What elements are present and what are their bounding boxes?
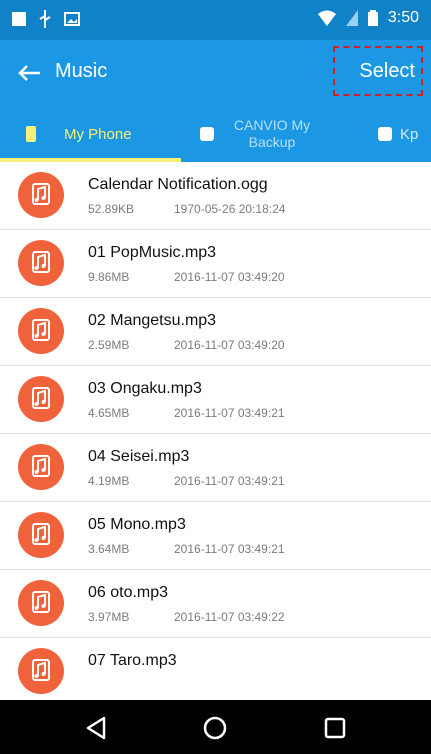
- file-name: Calendar Notification.ogg: [88, 176, 268, 193]
- page-title: Music: [55, 60, 108, 82]
- file-name: 07 Taro.mp3: [88, 652, 177, 669]
- battery-icon: [367, 10, 378, 26]
- file-size: 3.97MB: [88, 610, 130, 624]
- music-note-icon: [18, 240, 64, 286]
- file-date: 2016-11-07 03:49:20: [174, 338, 285, 352]
- tab-third[interactable]: Kp: [378, 106, 418, 162]
- file-size: 9.86MB: [88, 270, 130, 284]
- image-icon: [64, 12, 80, 26]
- music-note-icon: [18, 580, 64, 626]
- file-name: 04 Seisei.mp3: [88, 448, 190, 465]
- music-note-icon: [18, 444, 64, 490]
- tab-my-phone-label: My Phone: [64, 125, 132, 143]
- music-note-icon: [18, 172, 64, 218]
- file-date: 2016-11-07 03:49:20: [174, 270, 285, 284]
- notification-icon: [12, 12, 26, 26]
- home-circle-icon[interactable]: [201, 714, 229, 742]
- list-item[interactable]: 06 oto.mp3 3.97MB 2016-11-07 03:49:22: [0, 570, 431, 638]
- file-name: 05 Mono.mp3: [88, 516, 186, 533]
- file-date: 1970-05-26 20:18:24: [174, 202, 286, 216]
- status-right: 3:50: [317, 9, 419, 27]
- music-note-icon: [18, 648, 64, 694]
- file-name: 03 Ongaku.mp3: [88, 380, 202, 397]
- recents-square-icon[interactable]: [321, 714, 349, 742]
- arrow-left-icon[interactable]: [14, 58, 44, 88]
- music-note-icon: [18, 376, 64, 422]
- select-button[interactable]: Select: [359, 60, 415, 83]
- file-size: 4.65MB: [88, 406, 130, 420]
- file-size: 4.19MB: [88, 474, 130, 488]
- file-size: 52.89KB: [88, 202, 135, 216]
- file-name: 06 oto.mp3: [88, 584, 169, 601]
- list-item[interactable]: 02 Mangetsu.mp3 2.59MB 2016-11-07 03:49:2…: [0, 298, 431, 366]
- file-list: Calendar Notification.ogg 52.89KB 1970-05…: [0, 162, 431, 700]
- drive-icon: [378, 127, 392, 141]
- file-name: 01 PopMusic.mp3: [88, 244, 217, 261]
- list-item[interactable]: Calendar Notification.ogg 52.89KB 1970-05…: [0, 162, 431, 230]
- list-item[interactable]: 04 Seisei.mp3 4.19MB 2016-11-07 03:49:21: [0, 434, 431, 502]
- file-size: 3.64MB: [88, 542, 130, 556]
- back-triangle-icon[interactable]: [82, 714, 110, 742]
- tab-third-label: Kp: [400, 125, 419, 143]
- music-note-icon: [18, 308, 64, 354]
- tab-my-phone[interactable]: My Phone: [26, 106, 132, 162]
- file-date: 2016-11-07 03:49:22: [174, 610, 285, 624]
- tab-canvio-backup[interactable]: CANVIO My Backup: [200, 106, 322, 162]
- phone-icon: [26, 126, 36, 142]
- list-item[interactable]: 01 PopMusic.mp3 9.86MB 2016-11-07 03:49:2…: [0, 230, 431, 298]
- file-name: 02 Mangetsu.mp3: [88, 312, 217, 329]
- music-note-icon: [18, 512, 64, 558]
- status-bar: 3:50: [0, 0, 431, 40]
- app-bar: Music Select: [0, 40, 431, 106]
- system-nav-bar: [0, 700, 431, 754]
- wifi-icon: [317, 10, 336, 26]
- drive-icon: [200, 127, 214, 141]
- status-left-icons: [12, 10, 80, 28]
- signal-icon: [345, 10, 358, 26]
- status-time: 3:50: [387, 9, 419, 26]
- source-tabs: My Phone CANVIO My Backup Kp: [0, 106, 431, 162]
- usb-icon: [39, 10, 51, 28]
- list-item[interactable]: 03 Ongaku.mp3 4.65MB 2016-11-07 03:49:21: [0, 366, 431, 434]
- list-item[interactable]: 07 Taro.mp3: [0, 638, 431, 700]
- list-item[interactable]: 05 Mono.mp3 3.64MB 2016-11-07 03:49:21: [0, 502, 431, 570]
- file-date: 2016-11-07 03:49:21: [174, 406, 285, 420]
- file-date: 2016-11-07 03:49:21: [174, 474, 285, 488]
- file-size: 2.59MB: [88, 338, 130, 352]
- file-date: 2016-11-07 03:49:21: [174, 542, 285, 556]
- tab-canvio-label: CANVIO My Backup: [233, 117, 311, 150]
